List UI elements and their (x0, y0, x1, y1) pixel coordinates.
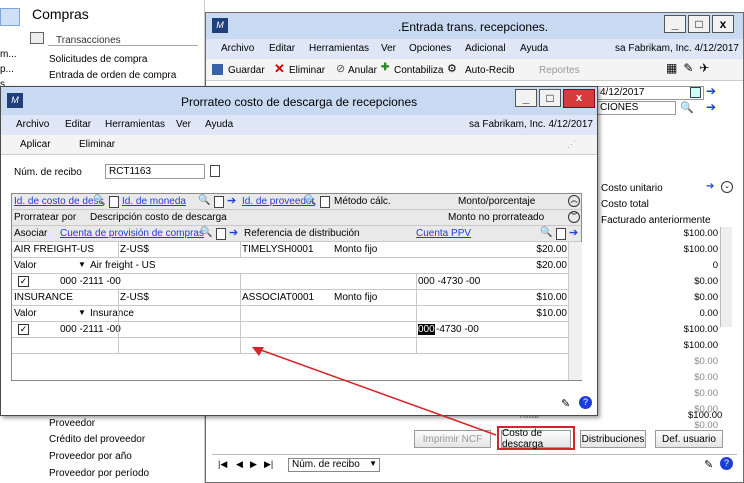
annotation-arrow (252, 347, 497, 436)
